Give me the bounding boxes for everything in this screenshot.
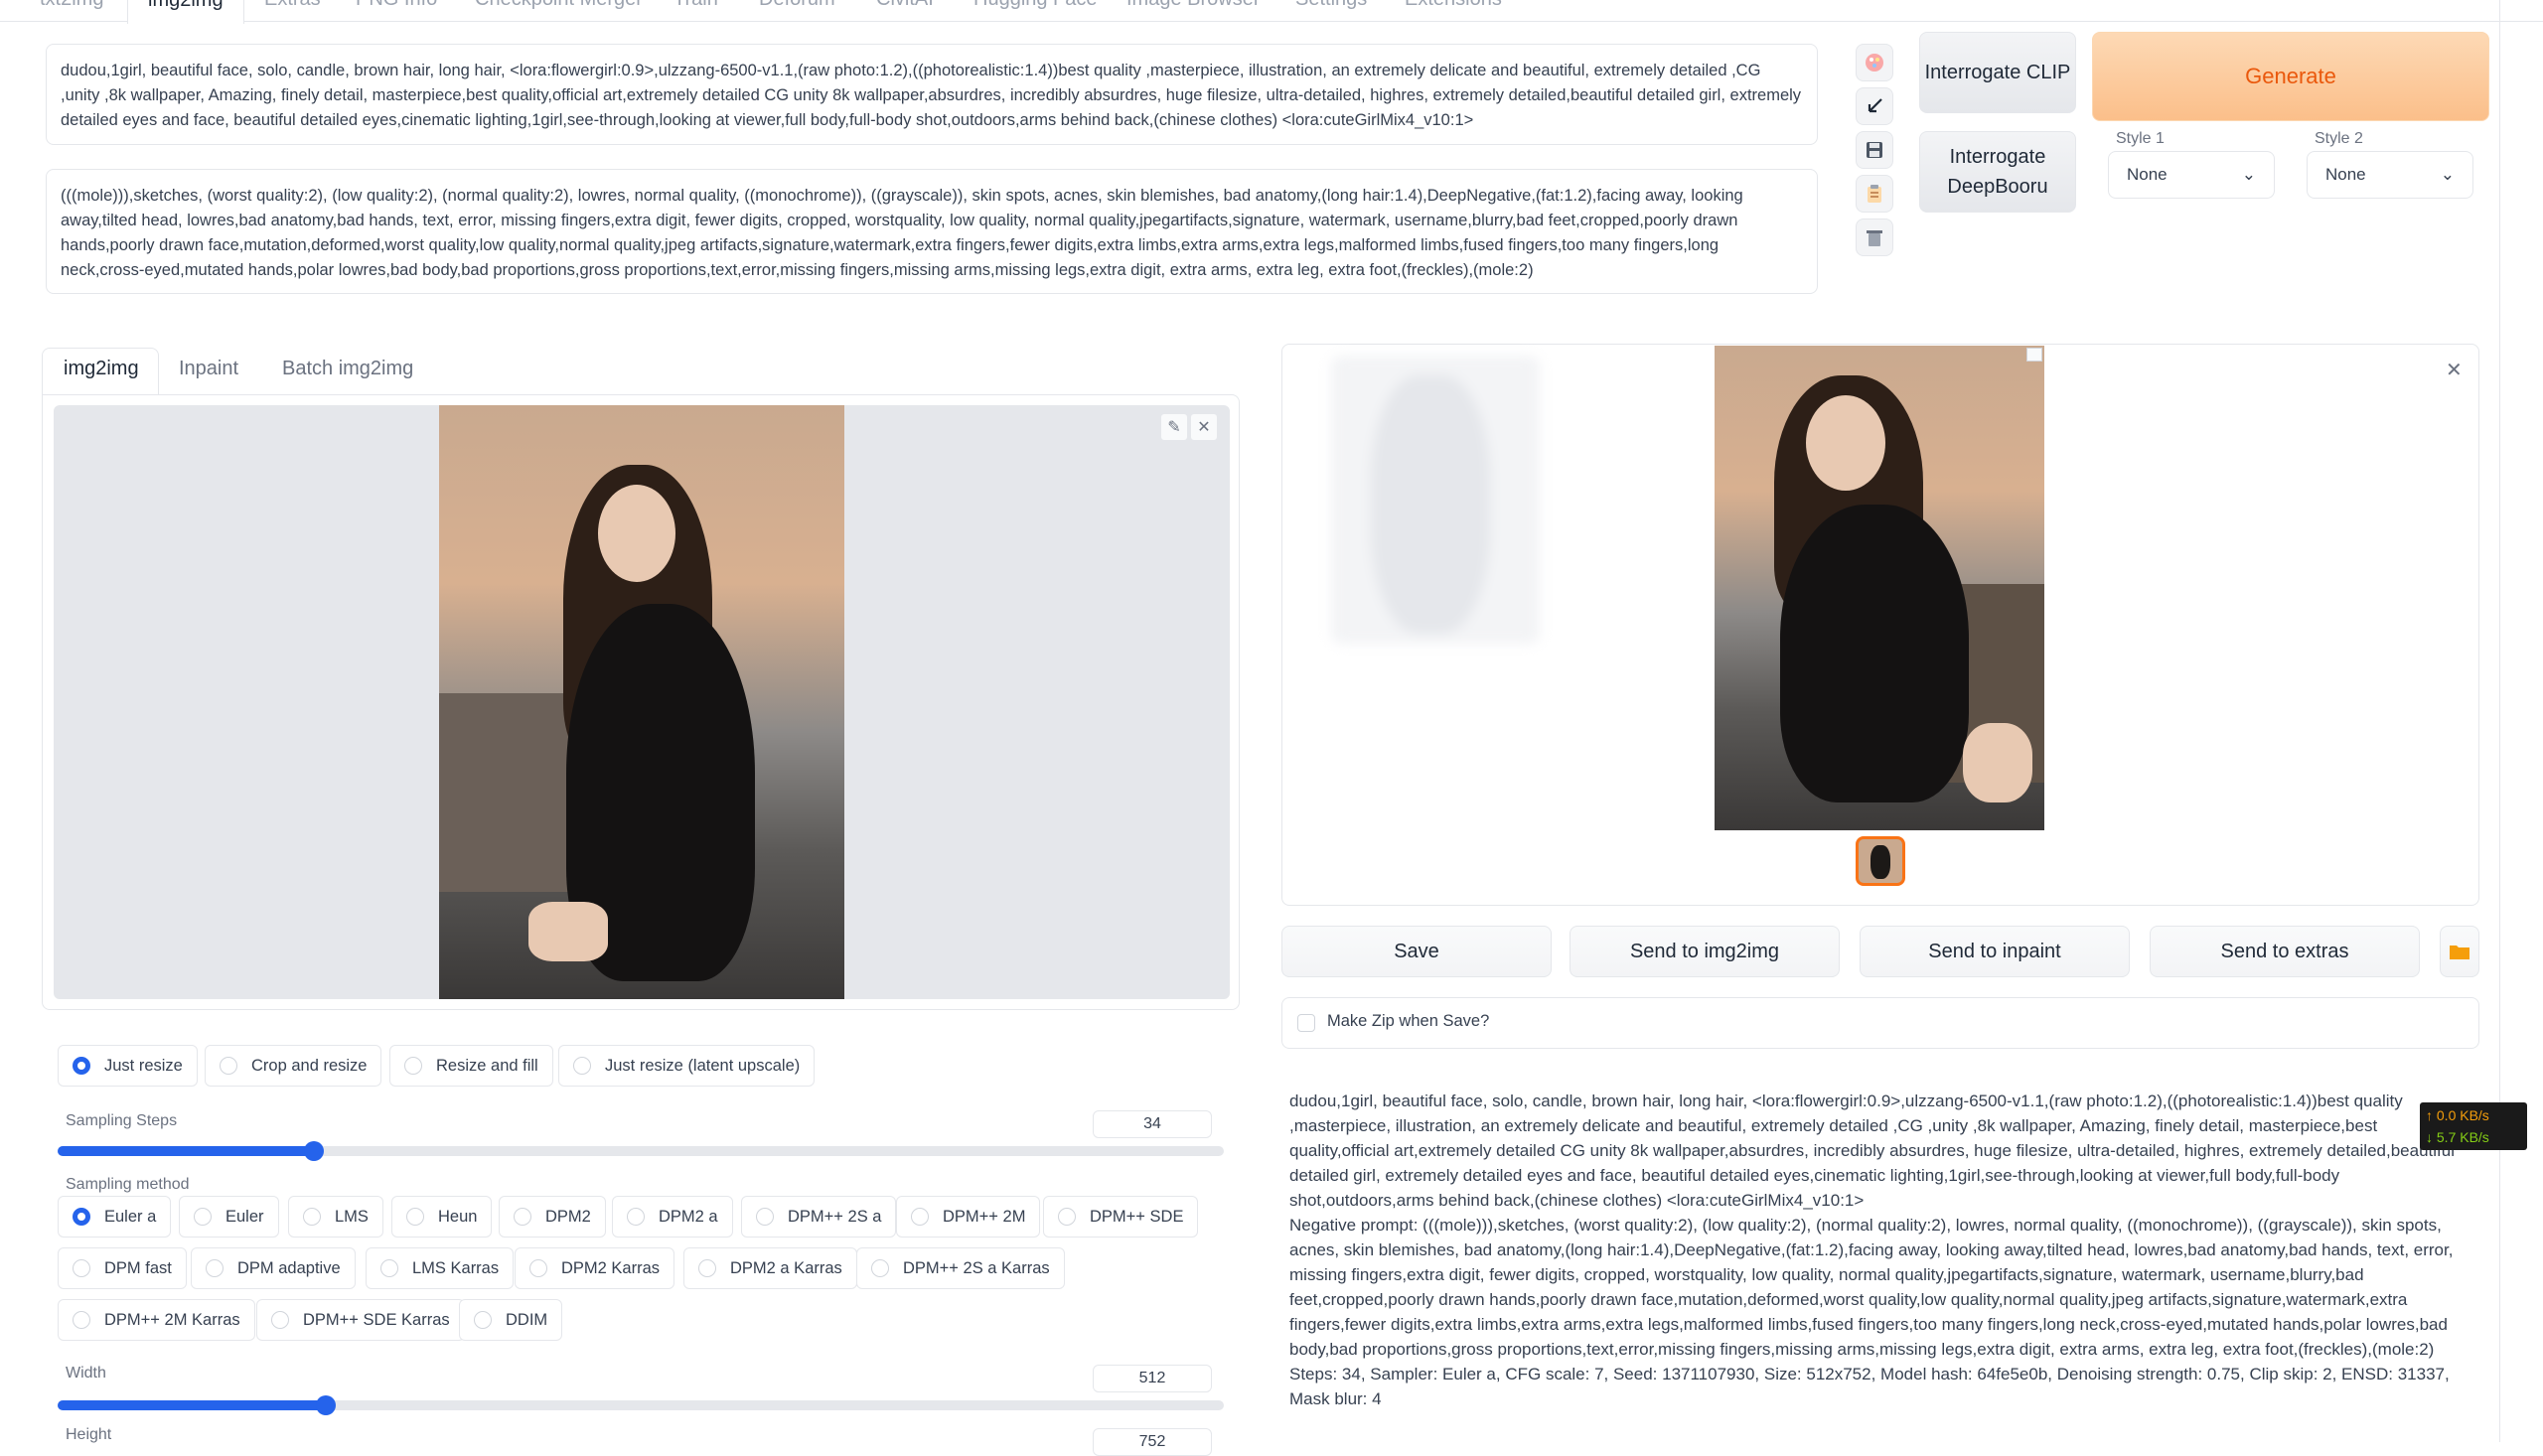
edit-icon[interactable]: ✎ bbox=[1160, 413, 1188, 441]
network-speed-widget: ↑ 0.0 KB/s ↓ 5.7 KB/s bbox=[2420, 1102, 2527, 1150]
sampler-dpmpp-2m[interactable]: DPM++ 2M bbox=[896, 1196, 1041, 1238]
width-label: Width bbox=[66, 1365, 106, 1382]
sampler-dpm-fast[interactable]: DPM fast bbox=[58, 1247, 187, 1289]
sampler-dpm2-karras[interactable]: DPM2 Karras bbox=[515, 1247, 675, 1289]
resize-mode-crop-and-resize[interactable]: Crop and resize bbox=[205, 1045, 382, 1087]
width-thumb[interactable] bbox=[316, 1395, 337, 1415]
tab-txt2img[interactable]: txt2img bbox=[40, 0, 103, 11]
negative-prompt-textarea[interactable]: (((mole))),sketches, (worst quality:2), … bbox=[46, 169, 1818, 294]
sampler-dpm2-a-karras[interactable]: DPM2 a Karras bbox=[683, 1247, 857, 1289]
interrogate-clip-button[interactable]: Interrogate CLIP bbox=[1919, 32, 2076, 113]
tab-extensions[interactable]: Extensions bbox=[1405, 0, 1502, 11]
tab-settings[interactable]: Settings bbox=[1295, 0, 1367, 11]
tab-img2img[interactable]: img2img bbox=[127, 0, 244, 24]
chevron-down-icon: ⌄ bbox=[2241, 165, 2256, 184]
tab-img2img-sub[interactable]: img2img bbox=[64, 358, 139, 380]
sampler-dpmpp-sde-karras[interactable]: DPM++ SDE Karras bbox=[256, 1299, 465, 1341]
width-fill bbox=[58, 1400, 327, 1410]
tab-train[interactable]: Train bbox=[673, 0, 718, 11]
height-label: Height bbox=[66, 1426, 112, 1443]
info-prompt: dudou,1girl, beautiful face, solo, candl… bbox=[1289, 1092, 2455, 1210]
style1-select[interactable]: None ⌄ bbox=[2108, 151, 2275, 199]
tab-civitai[interactable]: CivitAI bbox=[876, 0, 934, 11]
top-tab-bar: txt2img img2img Extras PNG Info Checkpoi… bbox=[0, 0, 2543, 24]
make-zip-checkbox[interactable] bbox=[1297, 1014, 1315, 1032]
sampler-dpmpp-2m-karras[interactable]: DPM++ 2M Karras bbox=[58, 1299, 255, 1341]
style2-value: None bbox=[2325, 165, 2366, 184]
send-to-img2img-button[interactable]: Send to img2img bbox=[1570, 926, 1840, 977]
tab-inpaint[interactable]: Inpaint bbox=[179, 358, 238, 380]
generation-info: dudou,1girl, beautiful face, solo, candl… bbox=[1289, 1089, 2468, 1411]
height-input[interactable]: 752 bbox=[1093, 1428, 1212, 1456]
sampler-dpm2-a[interactable]: DPM2 a bbox=[612, 1196, 733, 1238]
clipboard-icon[interactable] bbox=[1856, 175, 1893, 213]
style1-label: Style 1 bbox=[2116, 130, 2165, 147]
sampler-dpmpp-2s-a[interactable]: DPM++ 2S a bbox=[741, 1196, 897, 1238]
sampling-steps-label: Sampling Steps bbox=[66, 1112, 178, 1129]
download-speed: ↓ 5.7 KB/s bbox=[2426, 1129, 2489, 1145]
resize-mode-latent-upscale[interactable]: Just resize (latent upscale) bbox=[558, 1045, 816, 1087]
sampling-steps-thumb[interactable] bbox=[304, 1141, 325, 1161]
tab-checkpoint-merger[interactable]: Checkpoint Merger bbox=[475, 0, 643, 11]
tab-png-info[interactable]: PNG Info bbox=[356, 0, 437, 11]
save-button[interactable]: Save bbox=[1281, 926, 1552, 977]
width-slider[interactable] bbox=[58, 1395, 1224, 1415]
send-to-extras-button[interactable]: Send to extras bbox=[2150, 926, 2420, 977]
tab-hugging-face[interactable]: Hugging Face bbox=[973, 0, 1098, 11]
sampler-lms-karras[interactable]: LMS Karras bbox=[366, 1247, 515, 1289]
style2-select[interactable]: None ⌄ bbox=[2307, 151, 2473, 199]
info-negative-prompt: Negative prompt: (((mole))),sketches, (w… bbox=[1289, 1216, 2454, 1359]
output-thumbnail[interactable] bbox=[1856, 836, 1905, 886]
sampler-lms[interactable]: LMS bbox=[288, 1196, 383, 1238]
sampling-steps-fill bbox=[58, 1146, 315, 1156]
source-image bbox=[439, 405, 844, 999]
info-params: Steps: 34, Sampler: Euler a, CFG scale: … bbox=[1289, 1365, 2450, 1408]
sampler-dpmpp-sde[interactable]: DPM++ SDE bbox=[1043, 1196, 1199, 1238]
arrow-icon[interactable] bbox=[1856, 87, 1893, 125]
close-icon[interactable]: ✕ bbox=[1190, 413, 1218, 441]
sampling-method-label: Sampling method bbox=[66, 1176, 190, 1193]
right-border bbox=[2499, 0, 2500, 1442]
sampler-dpmpp-2s-a-karras[interactable]: DPM++ 2S a Karras bbox=[856, 1247, 1065, 1289]
sampling-steps-slider[interactable] bbox=[58, 1141, 1224, 1161]
style1-value: None bbox=[2127, 165, 2168, 184]
prompt-textarea[interactable]: dudou,1girl, beautiful face, solo, candl… bbox=[46, 44, 1818, 145]
close-icon[interactable]: ✕ bbox=[2446, 358, 2463, 382]
make-zip-label: Make Zip when Save? bbox=[1327, 1012, 1490, 1030]
generate-button[interactable]: Generate bbox=[2092, 32, 2489, 121]
palette-icon[interactable] bbox=[1856, 44, 1893, 81]
sampler-euler-a[interactable]: Euler a bbox=[58, 1196, 172, 1238]
resize-mode-resize-and-fill[interactable]: Resize and fill bbox=[389, 1045, 553, 1087]
blurred-preview bbox=[1331, 356, 1540, 644]
style2-label: Style 2 bbox=[2315, 130, 2363, 147]
interrogate-deepbooru-button[interactable]: Interrogate DeepBooru bbox=[1919, 131, 2076, 213]
fullscreen-icon[interactable] bbox=[2026, 348, 2042, 362]
trash-icon[interactable] bbox=[1856, 218, 1893, 256]
sampler-dpm-adaptive[interactable]: DPM adaptive bbox=[191, 1247, 356, 1289]
chevron-down-icon: ⌄ bbox=[2440, 165, 2455, 184]
resize-mode-just-resize[interactable]: Just resize bbox=[58, 1045, 198, 1087]
sampler-ddim[interactable]: DDIM bbox=[459, 1299, 563, 1341]
sampler-euler[interactable]: Euler bbox=[179, 1196, 279, 1238]
sampler-heun[interactable]: Heun bbox=[391, 1196, 493, 1238]
tab-batch-img2img[interactable]: Batch img2img bbox=[282, 358, 413, 380]
send-to-inpaint-button[interactable]: Send to inpaint bbox=[1860, 926, 2130, 977]
sampling-steps-input[interactable]: 34 bbox=[1093, 1110, 1212, 1138]
tab-deforum[interactable]: Deforum bbox=[759, 0, 835, 11]
upload-speed: ↑ 0.0 KB/s bbox=[2426, 1107, 2489, 1123]
folder-icon[interactable] bbox=[2440, 926, 2479, 977]
width-input[interactable]: 512 bbox=[1093, 1365, 1212, 1392]
tab-image-browser[interactable]: Image Browser bbox=[1126, 0, 1261, 11]
tab-extras[interactable]: Extras bbox=[264, 0, 321, 11]
save-icon[interactable] bbox=[1856, 131, 1893, 169]
output-image[interactable] bbox=[1715, 346, 2044, 830]
sampler-dpm2[interactable]: DPM2 bbox=[499, 1196, 606, 1238]
